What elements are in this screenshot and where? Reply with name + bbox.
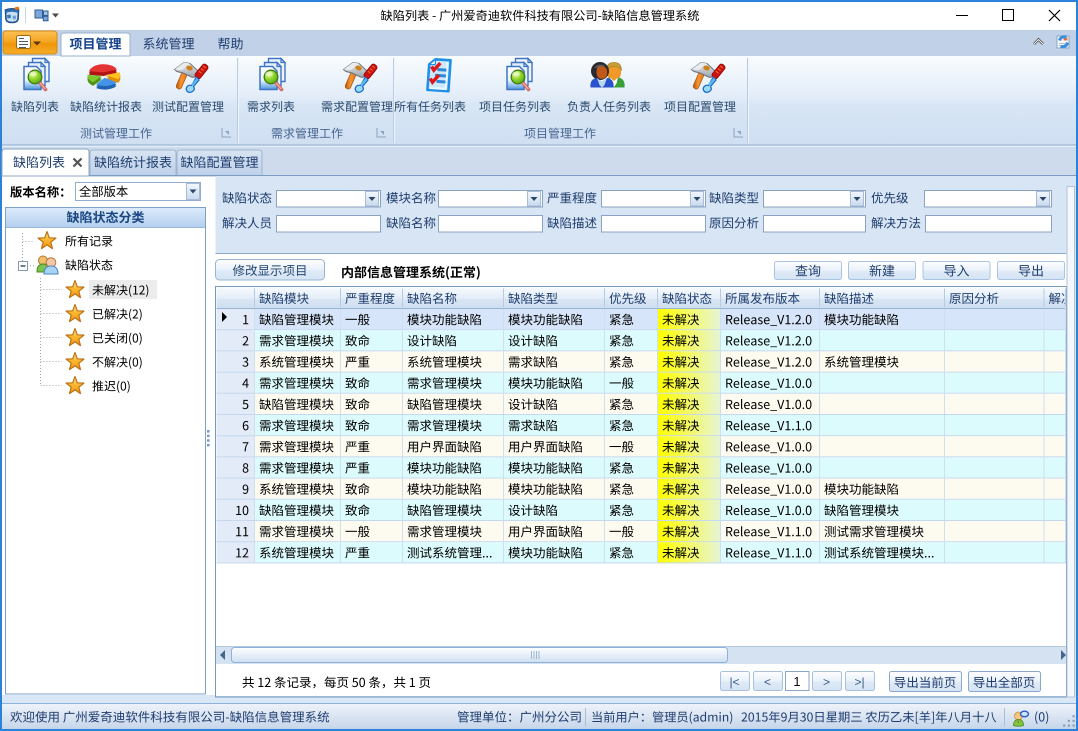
svg-text:1: 1 xyxy=(794,675,801,689)
svg-text:<: < xyxy=(764,675,771,689)
svg-text:>|: >| xyxy=(854,675,864,689)
svg-text:>: > xyxy=(823,675,830,689)
svg-text:|<: |< xyxy=(729,675,739,689)
